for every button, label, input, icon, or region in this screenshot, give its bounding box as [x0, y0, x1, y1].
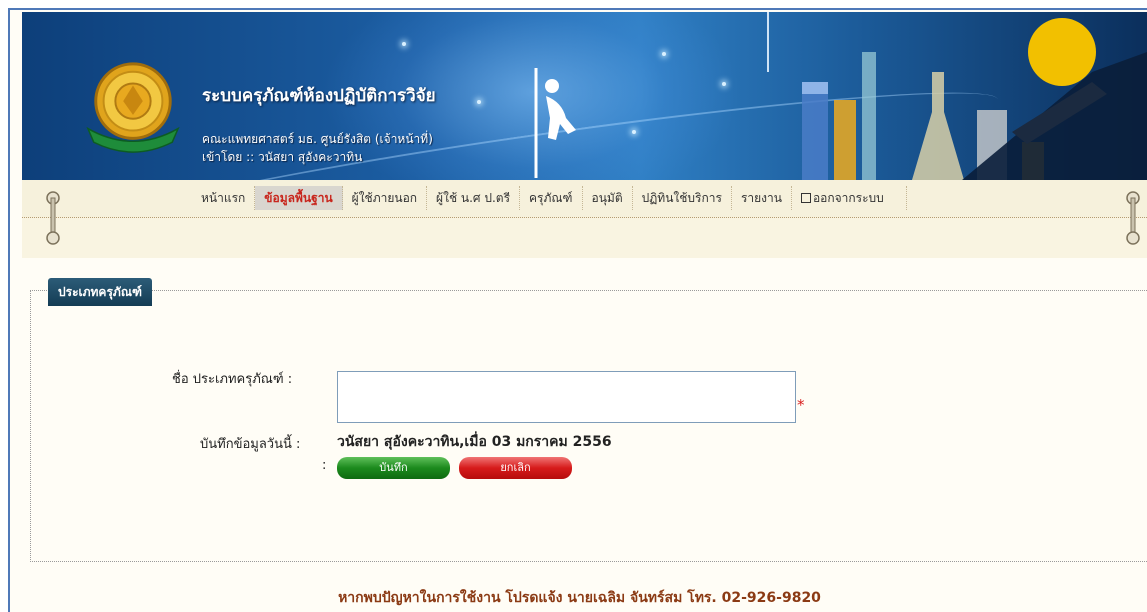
cancel-button[interactable]: ยกเลิก	[459, 457, 572, 479]
university-logo	[86, 62, 180, 153]
binder-ring-left-icon	[46, 191, 60, 245]
nav-item-logout[interactable]: ออกจากระบบ	[792, 186, 907, 210]
support-contact-footer: หากพบปัญหาในการใช้งาน โปรดแจ้ง นายเฉลิม …	[338, 590, 821, 606]
nav-item-external-users[interactable]: ผู้ใช้ภายนอก	[343, 186, 428, 210]
nav-item-service-calendar[interactable]: ปฏิทินใช้บริการ	[633, 186, 732, 210]
nav-item-approve[interactable]: อนุมัติ	[583, 186, 633, 210]
equipment-type-name-input[interactable]	[337, 371, 796, 423]
main-nav-bar: หน้าแรก ข้อมูลพื้นฐาน ผู้ใช้ภายนอก ผู้ใช…	[22, 180, 1147, 218]
faculty-subtitle: คณะแพทยศาสตร์ มธ. ศูนย์รังสิต (เจ้าหน้าท…	[202, 132, 433, 146]
equipment-type-name-label: ชื่อ ประเภทครุภัณฑ์ :	[172, 372, 293, 387]
main-nav: หน้าแรก ข้อมูลพื้นฐาน ผู้ใช้ภายนอก ผู้ใช…	[192, 186, 907, 210]
nav-item-equipment[interactable]: ครุภัณฑ์	[520, 186, 583, 210]
logout-icon	[800, 193, 811, 203]
sub-nav-bar	[22, 218, 1147, 258]
save-button[interactable]: บันทึก	[337, 457, 450, 479]
lab-equipment-graphic	[767, 12, 1147, 180]
buttons-colon: :	[322, 458, 327, 473]
nav-item-logout-label: ออกจากระบบ	[812, 191, 884, 205]
recorded-by-label: บันทึกข้อมูลวันนี้ :	[200, 437, 301, 452]
nav-item-report[interactable]: รายงาน	[732, 186, 792, 210]
binder-ring-right-icon	[1126, 191, 1140, 245]
equipment-type-fieldset	[30, 290, 1147, 562]
required-marker: *	[797, 396, 805, 414]
fieldset-legend: ประเภทครุภัณฑ์	[48, 278, 152, 306]
page-frame: ระบบครุภัณฑ์ห้องปฏิบัติการวิจัย คณะแพทยศ…	[8, 8, 1147, 612]
nav-item-basic-data[interactable]: ข้อมูลพื้นฐาน	[255, 186, 343, 210]
recorded-by-value: วนัสยา สุอังคะวาทิน,เมื่อ 03 มกราคม 2556	[337, 434, 612, 450]
header-banner: ระบบครุภัณฑ์ห้องปฏิบัติการวิจัย คณะแพทยศ…	[22, 12, 1147, 180]
nav-item-home[interactable]: หน้าแรก	[192, 186, 256, 210]
pole-figure-graphic	[534, 68, 576, 178]
nav-item-undergrad-users[interactable]: ผู้ใช้ น.ศ ป.ตรี	[427, 186, 521, 210]
logged-in-user: เข้าโดย :: วนัสยา สุอังคะวาทิน	[202, 150, 363, 164]
app-title: ระบบครุภัณฑ์ห้องปฏิบัติการวิจัย	[202, 86, 436, 106]
